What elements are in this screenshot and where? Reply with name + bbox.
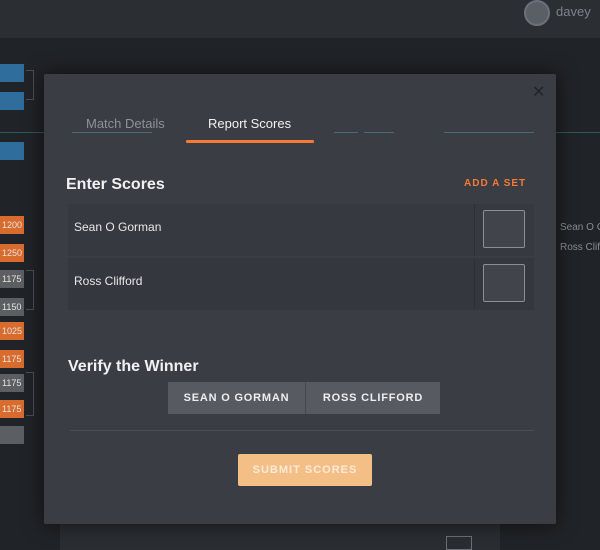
bracket-player-name: Ross Cliffor	[560, 242, 600, 253]
player-2-score-input[interactable]	[483, 264, 525, 302]
bracket-seed-chip	[0, 142, 24, 160]
bracket-seed-chip	[0, 64, 24, 82]
username[interactable]: davey	[556, 4, 591, 19]
tab-divider	[72, 132, 152, 133]
bracket-connector	[26, 372, 34, 416]
score-cell	[474, 204, 534, 256]
submit-scores-button[interactable]: SUBMIT SCORES	[238, 454, 372, 486]
tab-divider	[364, 132, 394, 133]
bracket-player-name: Sean O Gorm	[560, 222, 600, 233]
modal-tabs: Match Details Report Scores	[44, 110, 556, 144]
add-set-link[interactable]: ADD A SET	[464, 178, 526, 189]
player-name: Ross Clifford	[74, 274, 143, 288]
background-panel	[60, 520, 500, 550]
active-tab-indicator	[186, 140, 314, 143]
tab-divider	[444, 132, 534, 133]
enter-scores-heading: Enter Scores	[66, 176, 165, 193]
close-icon[interactable]: ✕	[532, 82, 545, 102]
player-1-score-input[interactable]	[483, 210, 525, 248]
bracket-seed-chip	[0, 426, 24, 444]
bracket-seed-chip: 1175	[0, 374, 24, 392]
score-cell	[474, 258, 534, 310]
app-header	[0, 0, 600, 38]
bracket-seed-chip: 1175	[0, 350, 24, 368]
winner-selector: SEAN O GORMAN ROSS CLIFFORD	[168, 382, 440, 414]
score-row: Sean O Gorman	[68, 204, 534, 256]
user-avatar[interactable]	[524, 0, 550, 26]
tab-report-scores[interactable]: Report Scores	[208, 116, 291, 131]
report-scores-modal: ✕ Match Details Report Scores Enter Scor…	[44, 74, 556, 524]
bracket-seed-chip: 1250	[0, 244, 24, 262]
modal-divider	[70, 430, 534, 431]
winner-option-sean-o-gorman[interactable]: SEAN O GORMAN	[168, 382, 306, 414]
background-checkbox	[446, 536, 472, 550]
verify-winner-heading: Verify the Winner	[68, 358, 199, 375]
tab-divider	[334, 132, 358, 133]
bracket-seed-chip: 1175	[0, 270, 24, 288]
bracket-seed-chip: 1200	[0, 216, 24, 234]
score-row: Ross Clifford	[68, 258, 534, 310]
bracket-connector	[26, 270, 34, 310]
winner-option-ross-clifford[interactable]: ROSS CLIFFORD	[306, 382, 440, 414]
bracket-seed-chip: 1150	[0, 298, 24, 316]
bracket-seed-chip	[0, 92, 24, 110]
player-name: Sean O Gorman	[74, 220, 162, 234]
bracket-seed-chip: 1175	[0, 400, 24, 418]
score-table: Sean O Gorman Ross Clifford	[68, 204, 534, 310]
tab-match-details[interactable]: Match Details	[86, 116, 165, 131]
bracket-seed-chip: 1025	[0, 322, 24, 340]
bracket-connector	[26, 70, 34, 100]
